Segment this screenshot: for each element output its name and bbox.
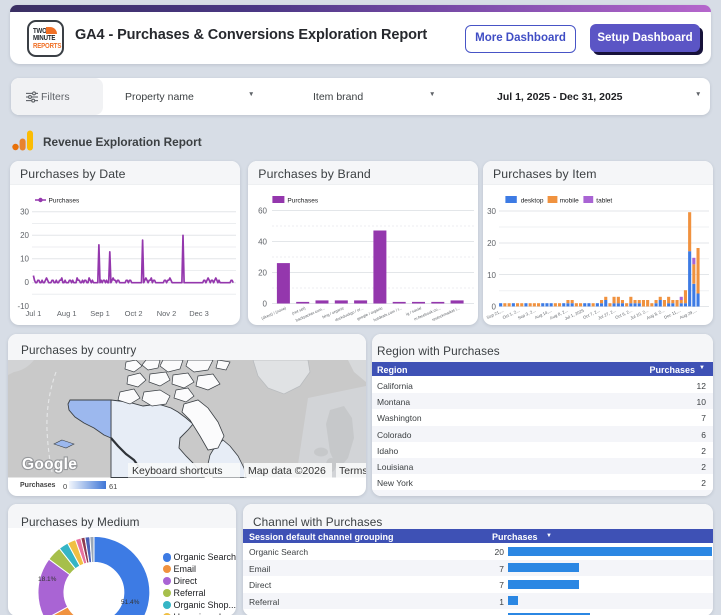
svg-text:20: 20 [20,231,29,240]
svg-text:Purchases: Purchases [288,197,319,204]
svg-text:desktop: desktop [521,197,544,204]
svg-text:18.1%: 18.1% [38,576,57,583]
svg-text:Sep 3, 2...: Sep 3, 2... [517,308,536,321]
svg-text:0: 0 [25,278,30,287]
svg-text:mobile: mobile [560,197,580,204]
svg-text:20: 20 [487,239,496,248]
svg-text:Dec 11,...: Dec 11,... [663,308,681,320]
svg-text:tablet: tablet [596,197,612,204]
svg-text:10: 10 [487,271,496,280]
svg-text:Jul 1: Jul 1 [25,309,41,318]
svg-text:51.4%: 51.4% [121,599,140,606]
svg-text:0: 0 [263,300,268,309]
svg-text:Google: Google [22,456,77,473]
svg-text:Keyboard shortcuts: Keyboard shortcuts [132,465,222,477]
svg-text:10: 10 [20,255,29,264]
svg-text:Purchases: Purchases [49,197,80,204]
svg-text:30: 30 [487,207,496,216]
svg-text:40: 40 [258,238,267,247]
svg-text:Dec 3: Dec 3 [189,309,209,318]
svg-text:30: 30 [20,208,29,217]
svg-text:Aug 29,...: Aug 29,... [679,308,697,320]
svg-text:Nov 2: Nov 2 [157,309,177,318]
svg-text:Sep 1: Sep 1 [90,309,110,318]
svg-text:Map data ©2026: Map data ©2026 [248,465,326,477]
svg-text:20: 20 [258,269,267,278]
svg-text:Terms: Terms [339,465,366,477]
svg-text:60: 60 [258,207,267,216]
svg-text:Aug 1: Aug 1 [57,309,77,318]
svg-text:Jul 27, 2...: Jul 27, 2... [597,308,617,321]
svg-text:Aug 8, 2...: Aug 8, 2... [646,308,665,321]
svg-text:Oct 2: Oct 2 [125,309,143,318]
